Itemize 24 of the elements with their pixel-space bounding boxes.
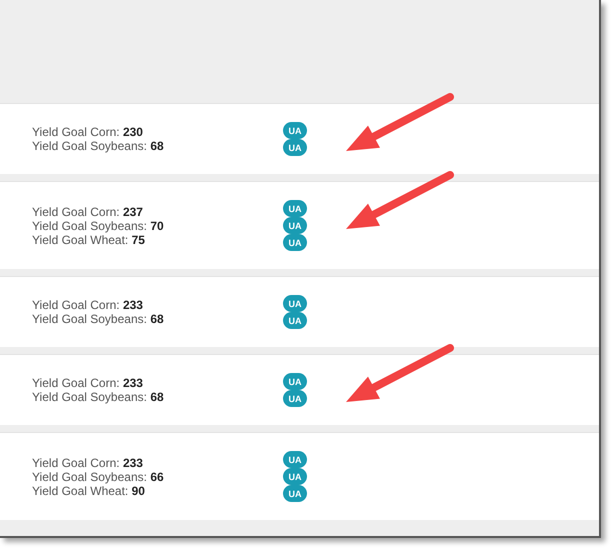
status-badge: UA [283,295,307,312]
yield-goal-text: Yield Goal Wheat: 75 [32,232,146,246]
yield-goal-text: Yield Goal Soybeans: 70 [32,218,165,232]
status-badge: UA [283,390,307,407]
yield-goal-text: Yield Goal Corn: 233 [32,456,144,470]
status-badge: UA [283,485,307,502]
yield-goal-text: Yield Goal Corn: 230 [32,125,144,139]
yield-goal-text: Yield Goal Corn: 237 [32,204,144,218]
status-badge: UA [283,451,307,468]
yield-goal-text: Yield Goal Corn: 233 [32,376,144,390]
yield-goal-text: Yield Goal Soybeans: 68 [32,312,165,326]
status-badge: UA [283,468,307,485]
yield-goal-text: Yield Goal Corn: 233 [32,298,144,312]
yield-goal-text: Yield Goal Wheat: 90 [32,484,146,498]
status-badge: UA [283,312,307,329]
yield-goal-text: Yield Goal Soybeans: 66 [32,470,165,484]
status-badge: UA [283,200,307,217]
status-badge: UA [283,373,307,390]
status-badge: UA [283,234,307,251]
status-badge: UA [283,122,307,139]
yield-goal-text: Yield Goal Soybeans: 68 [32,139,165,153]
yield-goal-text: Yield Goal Soybeans: 68 [32,390,165,404]
status-badge: UA [283,217,307,234]
status-badge: UA [283,139,307,156]
